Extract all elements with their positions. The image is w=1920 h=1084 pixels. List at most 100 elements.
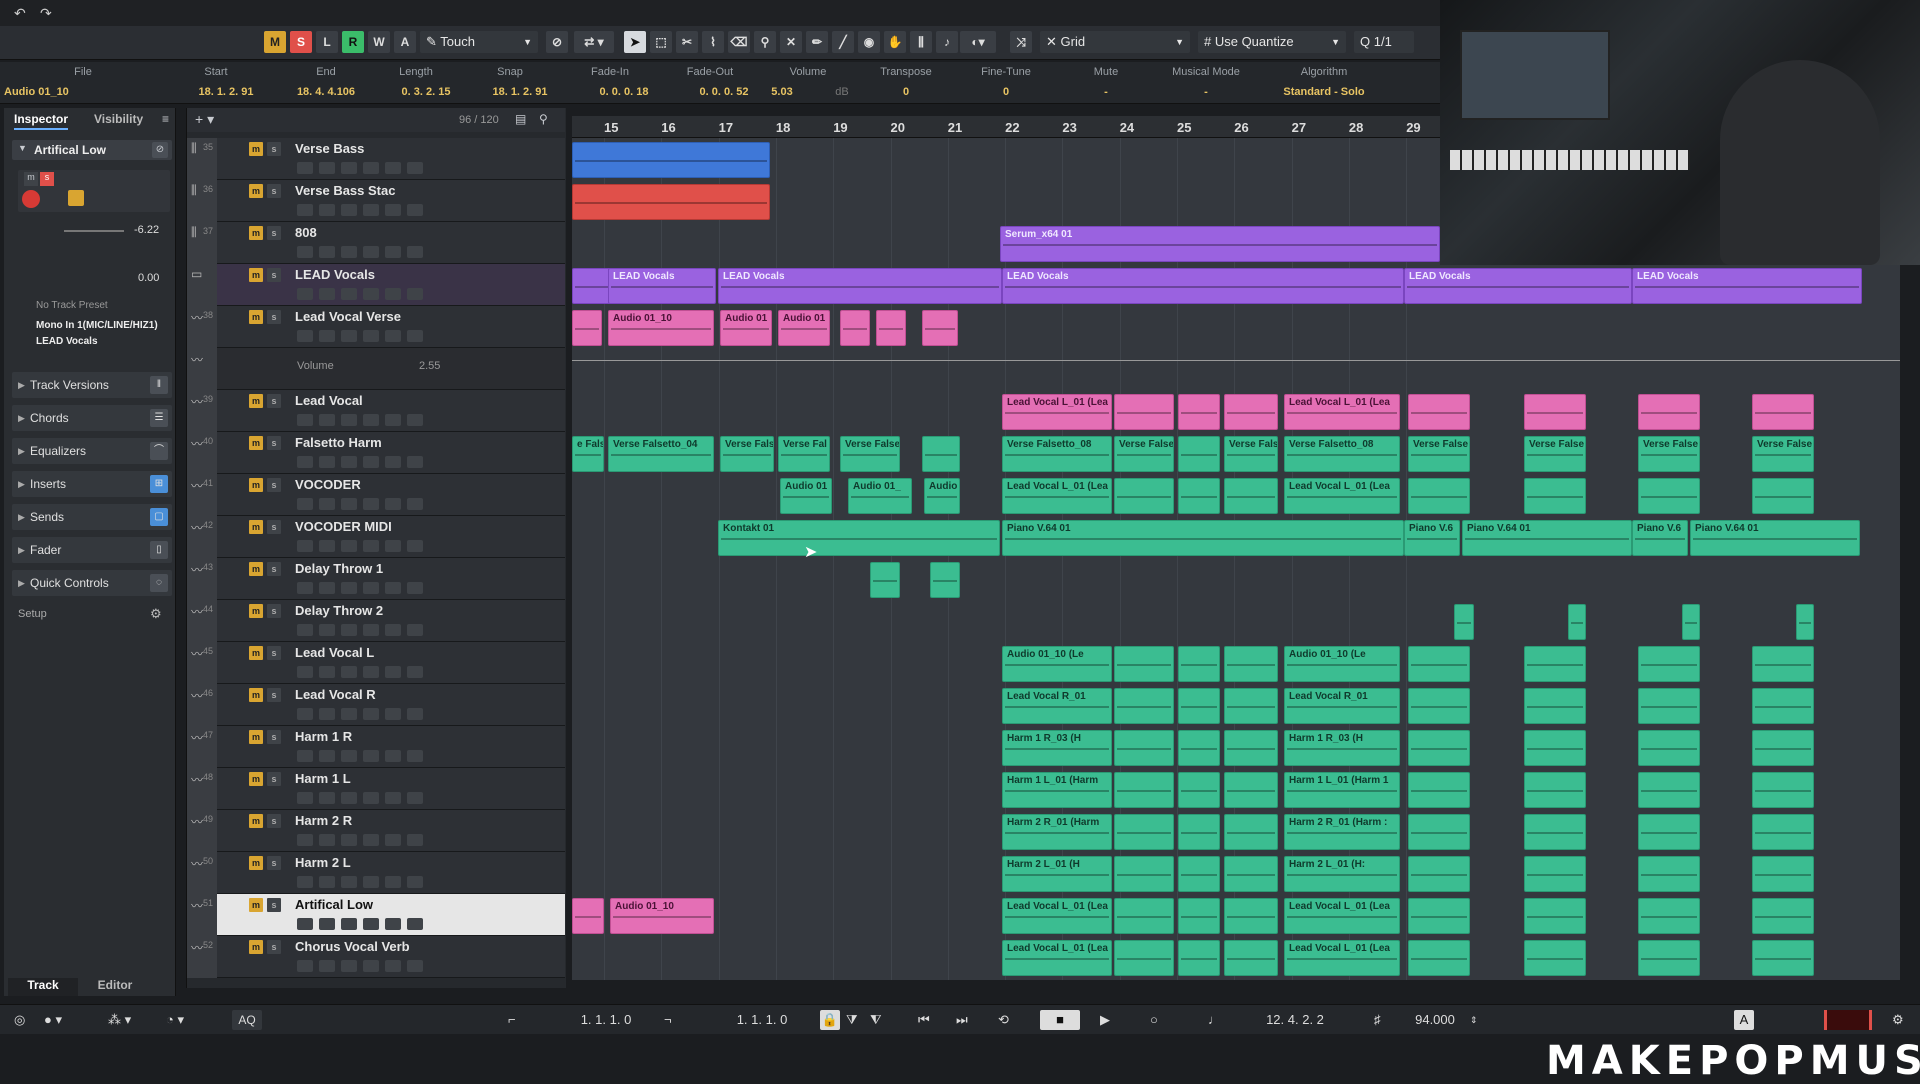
write-button[interactable] [407, 498, 423, 510]
audio-event[interactable] [1178, 394, 1220, 430]
read-button[interactable] [385, 876, 401, 888]
section-sends[interactable]: ▶ Sends ▢ [12, 504, 172, 530]
monitor-button[interactable] [319, 750, 335, 762]
audio-event[interactable]: Audio 01 [720, 310, 772, 346]
read-button[interactable]: R [342, 31, 364, 53]
solo-button[interactable]: s [267, 604, 281, 618]
audio-event[interactable] [1752, 814, 1814, 850]
tempo-stepper[interactable]: ⇕ [1470, 1010, 1478, 1030]
constrain-delay-icon[interactable]: ⊘ [546, 31, 568, 53]
read-button[interactable] [385, 960, 401, 972]
audio-event[interactable]: Lead Vocal L_01 (Lea [1284, 478, 1400, 514]
record-enable-button[interactable] [297, 162, 313, 174]
solo-button[interactable]: s [267, 478, 281, 492]
audio-event[interactable] [1638, 898, 1700, 934]
audio-event[interactable]: Lead Vocal L_01 (Lea [1284, 394, 1400, 430]
write-button[interactable] [407, 246, 423, 258]
track-row[interactable]: 46 〰 m s Lead Vocal R [187, 684, 565, 726]
audio-event[interactable] [1224, 772, 1278, 808]
object-selection-icon[interactable]: ➤ [624, 31, 646, 53]
solo-button[interactable]: s [267, 562, 281, 576]
audio-event[interactable]: Harm 1 L_01 (Harm 1 [1284, 772, 1400, 808]
punch-out-icon[interactable]: ⧨ [870, 1010, 882, 1030]
audio-event[interactable]: Audio 01_10 (Le [1284, 646, 1400, 682]
lanes-button[interactable] [363, 246, 379, 258]
play-tool-icon[interactable]: ◉ [858, 31, 880, 53]
record-button[interactable]: ○ [1150, 1010, 1158, 1030]
audio-event[interactable]: Audio 01 [780, 478, 832, 514]
monitor-button[interactable] [319, 708, 335, 720]
audio-event[interactable] [1408, 394, 1470, 430]
track-name[interactable]: Lead Vocal R [295, 687, 376, 702]
read-button[interactable] [385, 204, 401, 216]
track-name[interactable]: VOCODER [295, 477, 361, 492]
lanes-button[interactable] [363, 834, 379, 846]
audio-event[interactable] [1408, 898, 1470, 934]
edit-button[interactable] [341, 582, 357, 594]
audio-event[interactable]: Lead Vocal L_01 (Lea [1002, 940, 1112, 976]
audio-event[interactable] [1224, 940, 1278, 976]
audio-event[interactable] [1178, 772, 1220, 808]
track-name[interactable]: 808 [295, 225, 317, 240]
record-enable-button[interactable] [297, 666, 313, 678]
audio-event[interactable]: Audio 01_10 [610, 898, 714, 934]
record-enable-button[interactable] [297, 456, 313, 468]
lock-icon[interactable]: 🔒 [820, 1010, 840, 1030]
track-row[interactable]: 48 〰 m s Harm 1 L [187, 768, 565, 810]
audio-event[interactable]: Harm 1 R_03 (H [1284, 730, 1400, 766]
read-button[interactable] [385, 456, 401, 468]
sync-icon[interactable]: A [1734, 1010, 1754, 1030]
edit-button[interactable] [341, 918, 357, 930]
audio-event[interactable] [1638, 814, 1700, 850]
info-value-algorithm[interactable]: Standard - Solo [1264, 86, 1384, 98]
lanes-button[interactable] [363, 750, 379, 762]
volume-fader[interactable] [64, 230, 124, 232]
audio-event[interactable]: Piano V.64 01 [1690, 520, 1860, 556]
section-track-versions[interactable]: ▶ Track Versions ‖ [12, 372, 172, 398]
audio-event[interactable]: Piano V.6 [1632, 520, 1688, 556]
mute-button[interactable]: m [249, 268, 263, 282]
audio-event[interactable] [1178, 940, 1220, 976]
a-button[interactable]: A [394, 31, 416, 53]
audio-event[interactable] [1524, 898, 1586, 934]
audio-event[interactable] [1524, 688, 1586, 724]
audio-event[interactable]: Lead Vocal L_01 (Lea [1002, 394, 1112, 430]
audio-event[interactable] [1408, 646, 1470, 682]
right-locator-value[interactable]: 1. 1. 1. 0 [712, 1010, 812, 1030]
audio-event[interactable] [1114, 772, 1174, 808]
edit-button[interactable] [341, 540, 357, 552]
record-enable-button[interactable] [297, 792, 313, 804]
audio-event[interactable] [1114, 688, 1174, 724]
audio-event[interactable] [1524, 940, 1586, 976]
audio-event[interactable]: Piano V.64 01 [1002, 520, 1404, 556]
audio-event[interactable]: Harm 2 R_01 (Harm : [1284, 814, 1400, 850]
setup-label[interactable]: Setup [18, 608, 47, 620]
write-button[interactable] [407, 750, 423, 762]
solo-button[interactable]: s [267, 730, 281, 744]
track-row[interactable]: 50 〰 m s Harm 2 L [187, 852, 565, 894]
audio-event[interactable] [1796, 604, 1814, 640]
track-row[interactable]: 42 〰 m s VOCODER MIDI [187, 516, 565, 558]
undo-icon[interactable]: ↶ [14, 5, 26, 22]
glue-icon[interactable]: ⌇ [702, 31, 724, 53]
audio-event[interactable]: e Fals [572, 436, 604, 472]
monitor-button[interactable] [319, 204, 335, 216]
left-locator-value[interactable]: 1. 1. 1. 0 [556, 1010, 656, 1030]
solo-button[interactable]: s [267, 310, 281, 324]
audio-event[interactable]: LEAD Vocals [1404, 268, 1632, 304]
write-button[interactable] [407, 456, 423, 468]
record-enable-button[interactable] [297, 330, 313, 342]
track-row[interactable]: 45 〰 m s Lead Vocal L [187, 642, 565, 684]
record-enable-button[interactable] [297, 582, 313, 594]
track-row[interactable]: 43 〰 m s Delay Throw 1 [187, 558, 565, 600]
metronome-icon[interactable]: ◔ ▾ [166, 1010, 184, 1030]
monitor-button[interactable] [319, 330, 335, 342]
edit-button[interactable] [341, 792, 357, 804]
mute-button[interactable]: m [249, 226, 263, 240]
track-name[interactable]: Harm 1 L [295, 771, 351, 786]
section-inserts[interactable]: ▶ Inserts ⊞ [12, 471, 172, 497]
monitor-button[interactable] [319, 876, 335, 888]
audio-event[interactable]: LEAD Vocals [718, 268, 1002, 304]
solo-button[interactable]: s [267, 184, 281, 198]
track-name[interactable]: Delay Throw 2 [295, 603, 383, 618]
